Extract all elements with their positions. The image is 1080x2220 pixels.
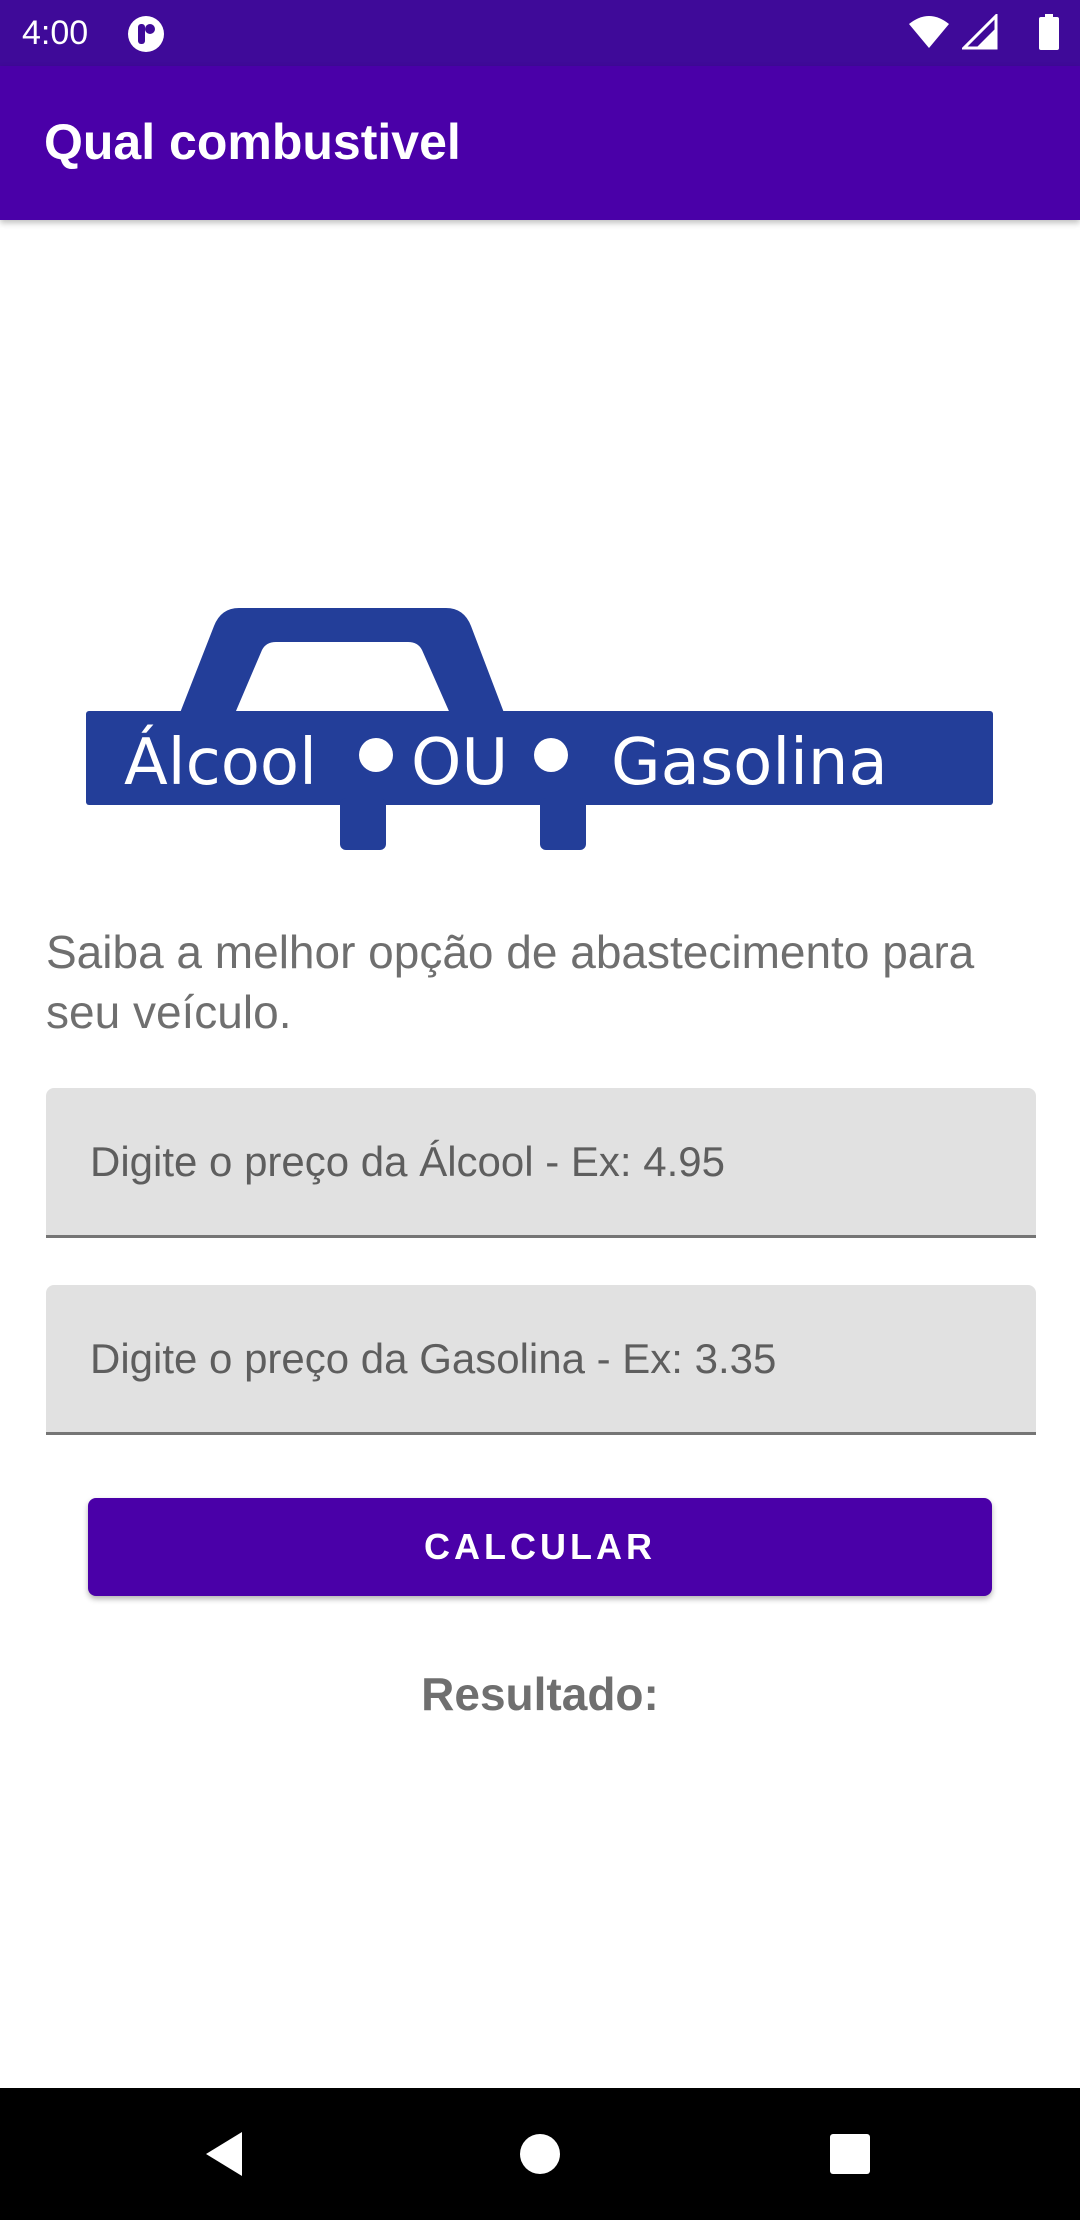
recent-apps-icon[interactable]	[818, 2122, 882, 2186]
wifi-icon	[909, 16, 949, 48]
app-title: Qual combustivel	[44, 114, 461, 170]
navigation-bar	[0, 2088, 1080, 2220]
logo-word-gasolina: Gasolina	[611, 726, 888, 800]
logo-word-ou: OU	[411, 726, 508, 800]
back-icon[interactable]	[192, 2122, 256, 2186]
gasolina-price-input[interactable]	[46, 1285, 1036, 1432]
alcool-price-input[interactable]	[46, 1088, 1036, 1235]
status-time: 4:00	[22, 14, 89, 52]
alcool-price-field[interactable]	[46, 1088, 1036, 1238]
car-roof-shape	[178, 608, 506, 718]
home-icon[interactable]	[508, 2122, 572, 2186]
calcular-button[interactable]: CALCULAR	[88, 1498, 992, 1596]
gasolina-price-field[interactable]	[46, 1285, 1036, 1435]
app-notification-icon	[128, 16, 164, 52]
car-wheel-right	[540, 798, 586, 850]
cell-signal-icon	[962, 14, 998, 50]
app-bar: Qual combustivel	[0, 66, 1080, 220]
description-text: Saiba a melhor opção de abastecimento pa…	[46, 926, 975, 1038]
logo-dot-left	[359, 738, 393, 772]
status-bar: 4:00	[0, 0, 1080, 66]
car-wheel-left	[340, 798, 386, 850]
battery-icon	[1039, 14, 1059, 50]
alcool-ou-gasolina-logo: Álcool OU Gasolina	[86, 608, 993, 850]
result-label: Resultado:	[421, 1668, 659, 1720]
logo-dot-right	[534, 738, 568, 772]
logo-word-alcool: Álcool	[124, 724, 317, 800]
